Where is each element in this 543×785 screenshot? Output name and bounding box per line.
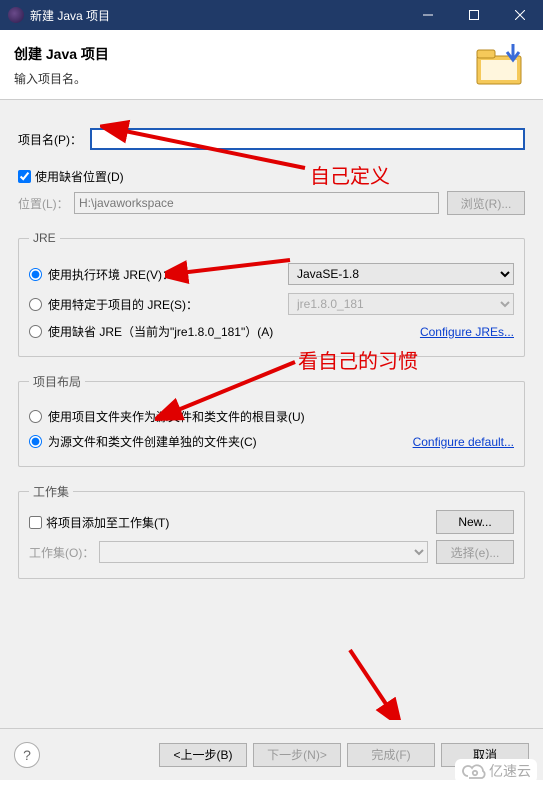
banner-heading: 创建 Java 项目 <box>14 44 109 64</box>
window-title: 新建 Java 项目 <box>30 7 405 24</box>
jre-group: JRE 使用执行环境 JRE(V)： JavaSE-1.8 使用特定于项目的 J… <box>18 231 525 357</box>
workingset-combo <box>99 541 428 563</box>
wizard-banner: 创建 Java 项目 输入项目名。 <box>0 30 543 100</box>
workingset-sets-label: 工作集(O)： <box>29 544 99 561</box>
minimize-button[interactable] <box>405 0 451 30</box>
back-button[interactable]: <上一步(B) <box>159 743 247 767</box>
configure-default-link[interactable]: Configure default... <box>413 435 514 449</box>
close-button[interactable] <box>497 0 543 30</box>
finish-button: 完成(F) <box>347 743 435 767</box>
next-button: 下一步(N)> <box>253 743 341 767</box>
jre-default-radio[interactable] <box>29 325 42 338</box>
browse-button: 浏览(R)... <box>447 191 525 215</box>
layout-separate-radio[interactable] <box>29 435 42 448</box>
location-input <box>74 192 439 214</box>
arrow-4 <box>330 640 410 720</box>
workingset-legend: 工作集 <box>29 483 73 500</box>
eclipse-icon <box>8 7 24 23</box>
workingset-group: 工作集 将项目添加至工作集(T) New... 工作集(O)： 选择(e)... <box>18 483 525 579</box>
window-titlebar: 新建 Java 项目 <box>0 0 543 30</box>
layout-root-radio[interactable] <box>29 410 42 423</box>
layout-root-label: 使用项目文件夹作为源文件和类文件的根目录(U) <box>48 408 305 425</box>
maximize-button[interactable] <box>451 0 497 30</box>
project-name-input[interactable] <box>90 128 525 150</box>
help-button[interactable]: ? <box>14 742 40 768</box>
jre-env-radio[interactable] <box>29 268 42 281</box>
configure-jres-link[interactable]: Configure JREs... <box>420 325 514 339</box>
location-label: 位置(L)： <box>18 195 74 212</box>
jre-specific-combo: jre1.8.0_181 <box>288 293 514 315</box>
project-name-label: 项目名(P)： <box>18 131 82 148</box>
layout-group: 项目布局 使用项目文件夹作为源文件和类文件的根目录(U) 为源文件和类文件创建单… <box>18 373 525 467</box>
watermark: 亿速云 <box>455 759 537 783</box>
workingset-add-label: 将项目添加至工作集(T) <box>46 514 169 531</box>
wizard-content: 项目名(P)： 使用缺省位置(D) 位置(L)： 浏览(R)... JRE 使用… <box>0 100 543 780</box>
layout-legend: 项目布局 <box>29 373 85 390</box>
jre-specific-radio[interactable] <box>29 298 42 311</box>
banner-subtitle: 输入项目名。 <box>14 70 109 87</box>
jre-specific-label: 使用特定于项目的 JRE(S)： <box>48 296 288 313</box>
use-default-location-checkbox[interactable] <box>18 170 31 183</box>
jre-legend: JRE <box>29 231 60 245</box>
jre-env-label: 使用执行环境 JRE(V)： <box>48 266 288 283</box>
wizard-icon <box>473 40 529 91</box>
workingset-select-button: 选择(e)... <box>436 540 514 564</box>
use-default-location-label: 使用缺省位置(D) <box>35 168 124 185</box>
workingset-add-checkbox[interactable] <box>29 516 42 529</box>
jre-env-combo[interactable]: JavaSE-1.8 <box>288 263 514 285</box>
jre-default-label: 使用缺省 JRE（当前为"jre1.8.0_181"）(A) <box>48 323 273 340</box>
layout-separate-label: 为源文件和类文件创建单独的文件夹(C) <box>48 433 257 450</box>
workingset-new-button[interactable]: New... <box>436 510 514 534</box>
